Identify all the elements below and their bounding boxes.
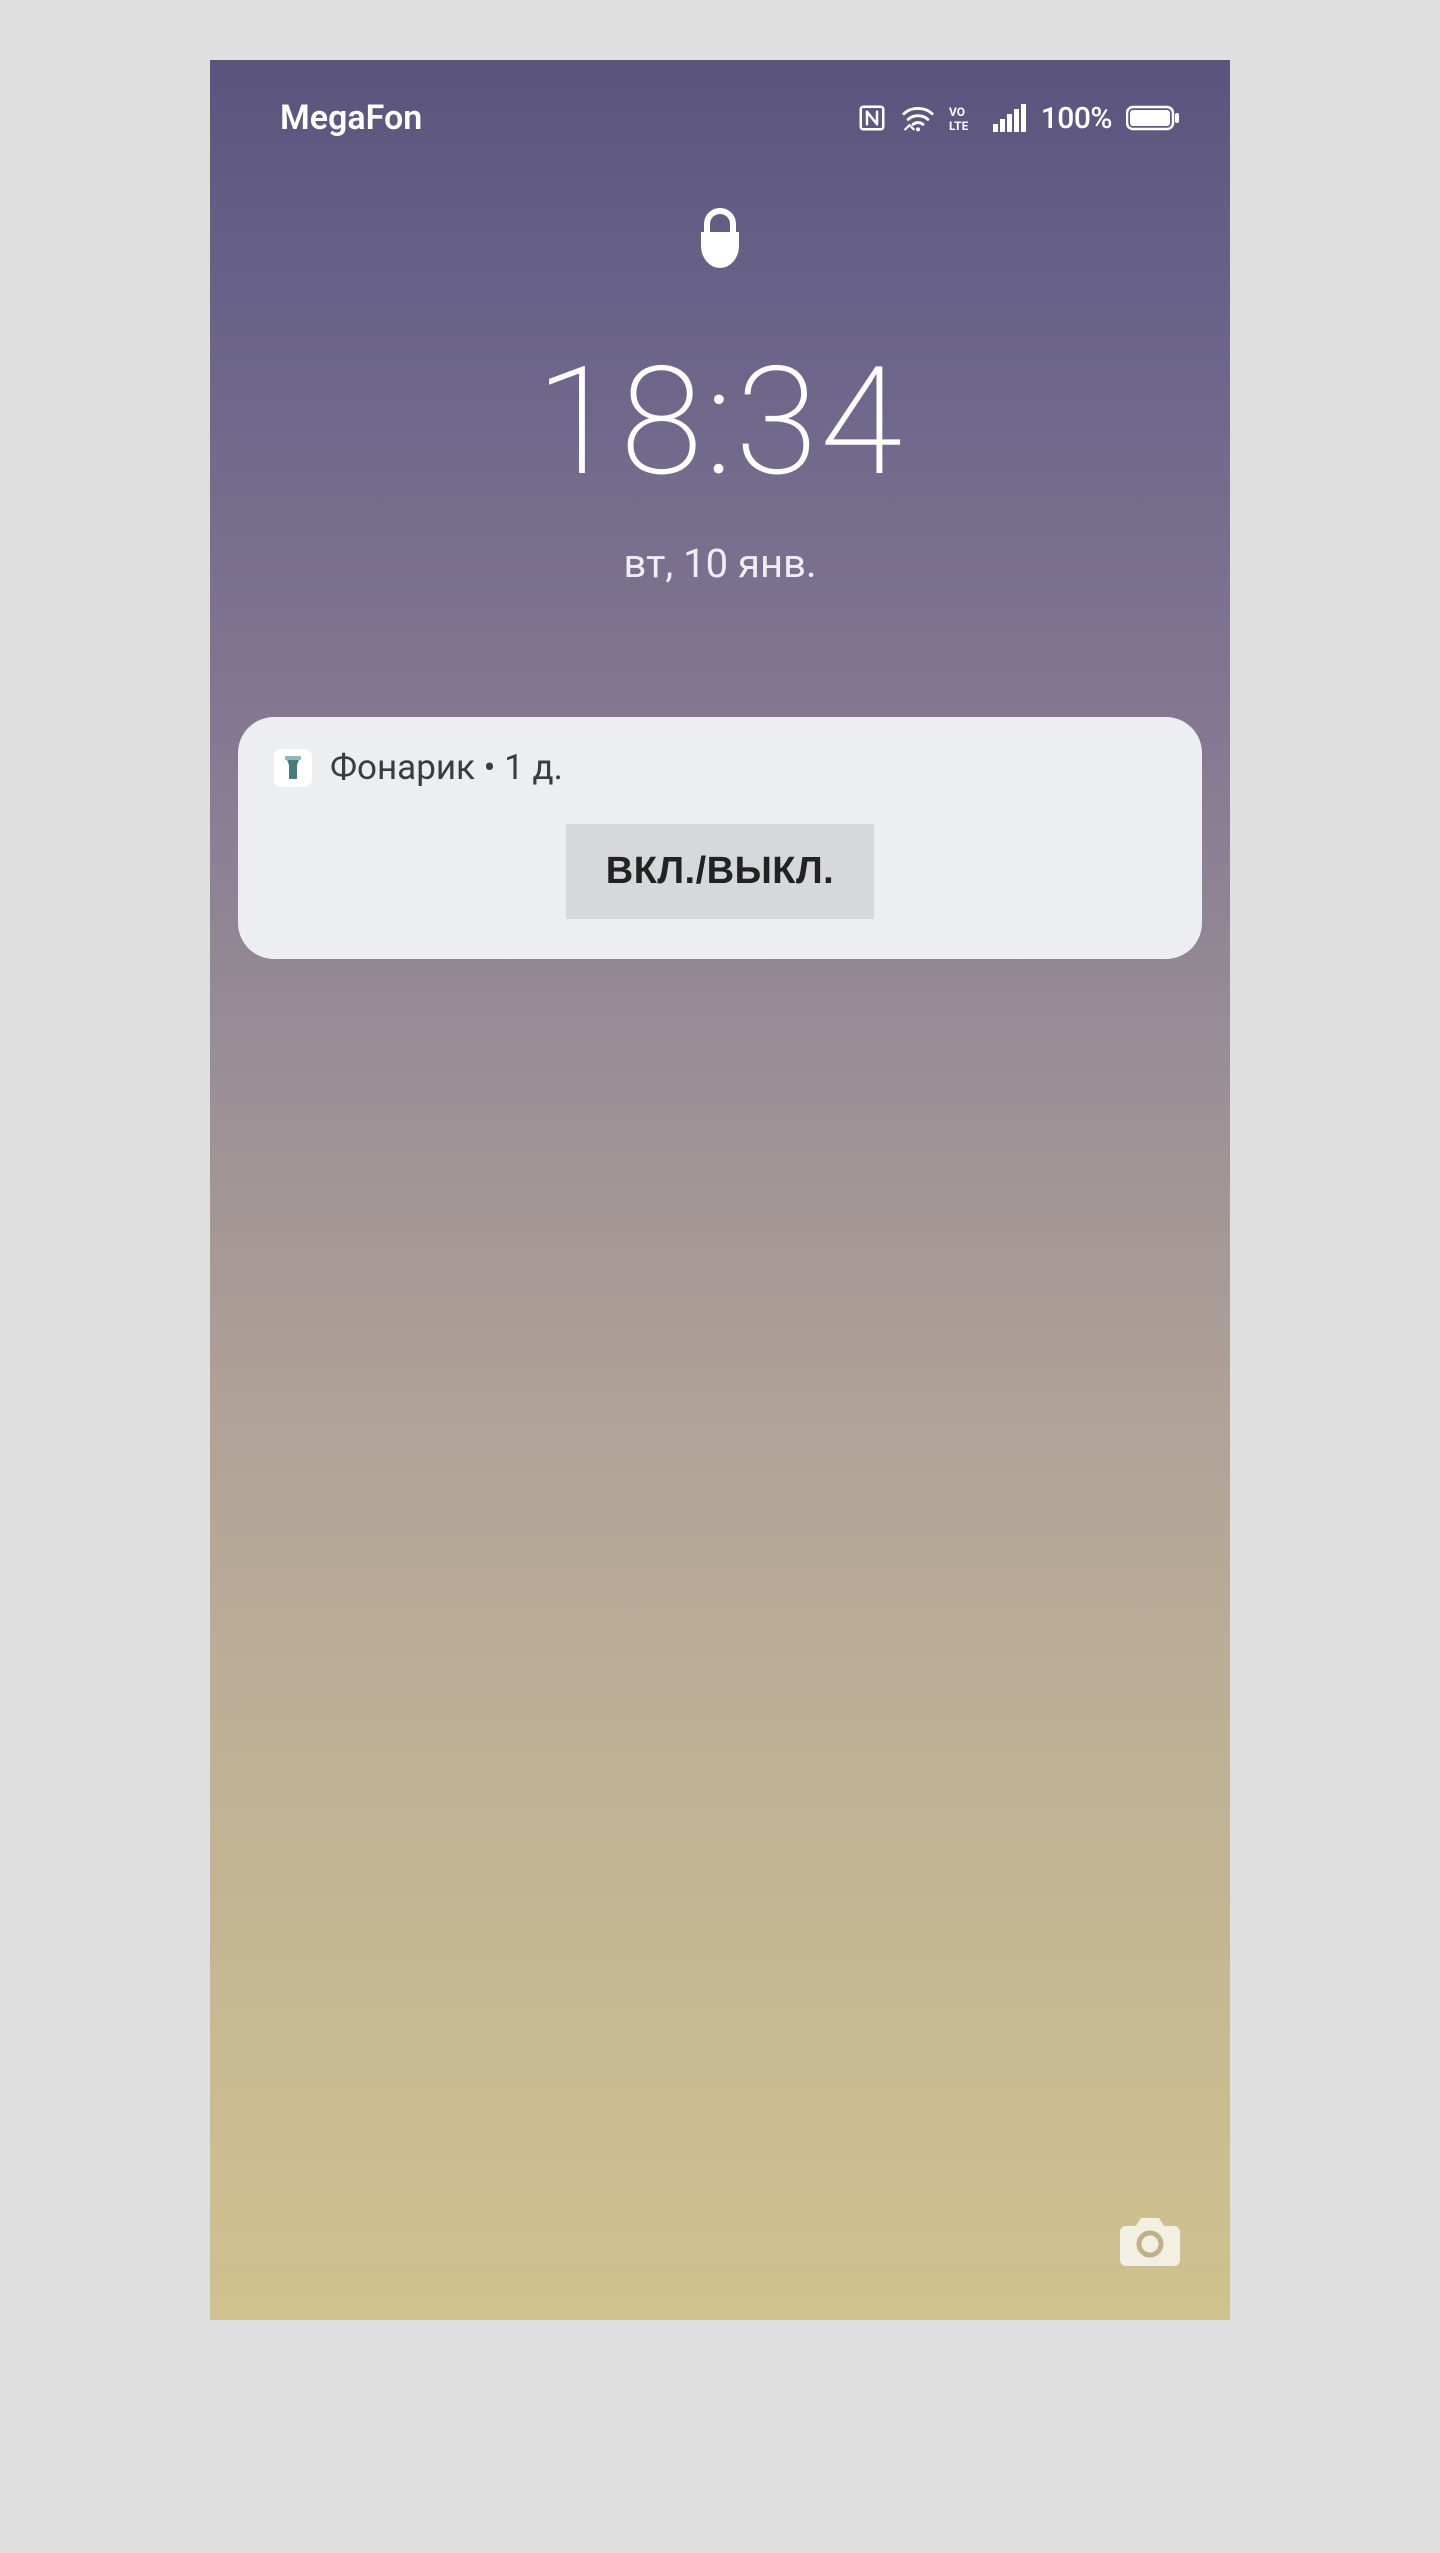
- carrier-label: MegaFon: [280, 98, 422, 138]
- notification-card[interactable]: Фонарик • 1 д. ВКЛ./ВЫКЛ.: [238, 717, 1202, 959]
- lock-icon: [695, 208, 745, 274]
- lockscreen-date: вт, 10 янв.: [210, 540, 1230, 587]
- nfc-icon: [857, 103, 887, 133]
- flashlight-app-icon: [274, 749, 312, 787]
- svg-text:VO: VO: [949, 105, 965, 119]
- wifi-icon: [901, 103, 935, 133]
- battery-icon: [1126, 104, 1180, 132]
- lockscreen-time: 18:34: [210, 334, 1230, 510]
- lock-icon-wrap: [210, 208, 1230, 274]
- status-icons: VO LTE 100%: [857, 101, 1180, 136]
- volte-icon: VO LTE: [949, 104, 979, 132]
- flashlight-toggle-button[interactable]: ВКЛ./ВЫКЛ.: [566, 824, 874, 919]
- notification-app-name: Фонарик: [330, 747, 475, 788]
- svg-text:LTE: LTE: [949, 119, 969, 132]
- phone-lockscreen: MegaFon VO: [210, 60, 1230, 2320]
- notification-separator: •: [475, 747, 504, 788]
- status-bar: MegaFon VO: [210, 60, 1230, 138]
- notification-title: Фонарик • 1 д.: [330, 747, 563, 788]
- notification-age: 1 д.: [504, 747, 563, 788]
- signal-icon: [993, 104, 1027, 132]
- camera-shortcut[interactable]: [1118, 2212, 1182, 2272]
- notification-header: Фонарик • 1 д.: [274, 747, 1166, 788]
- battery-percent-label: 100%: [1041, 101, 1112, 136]
